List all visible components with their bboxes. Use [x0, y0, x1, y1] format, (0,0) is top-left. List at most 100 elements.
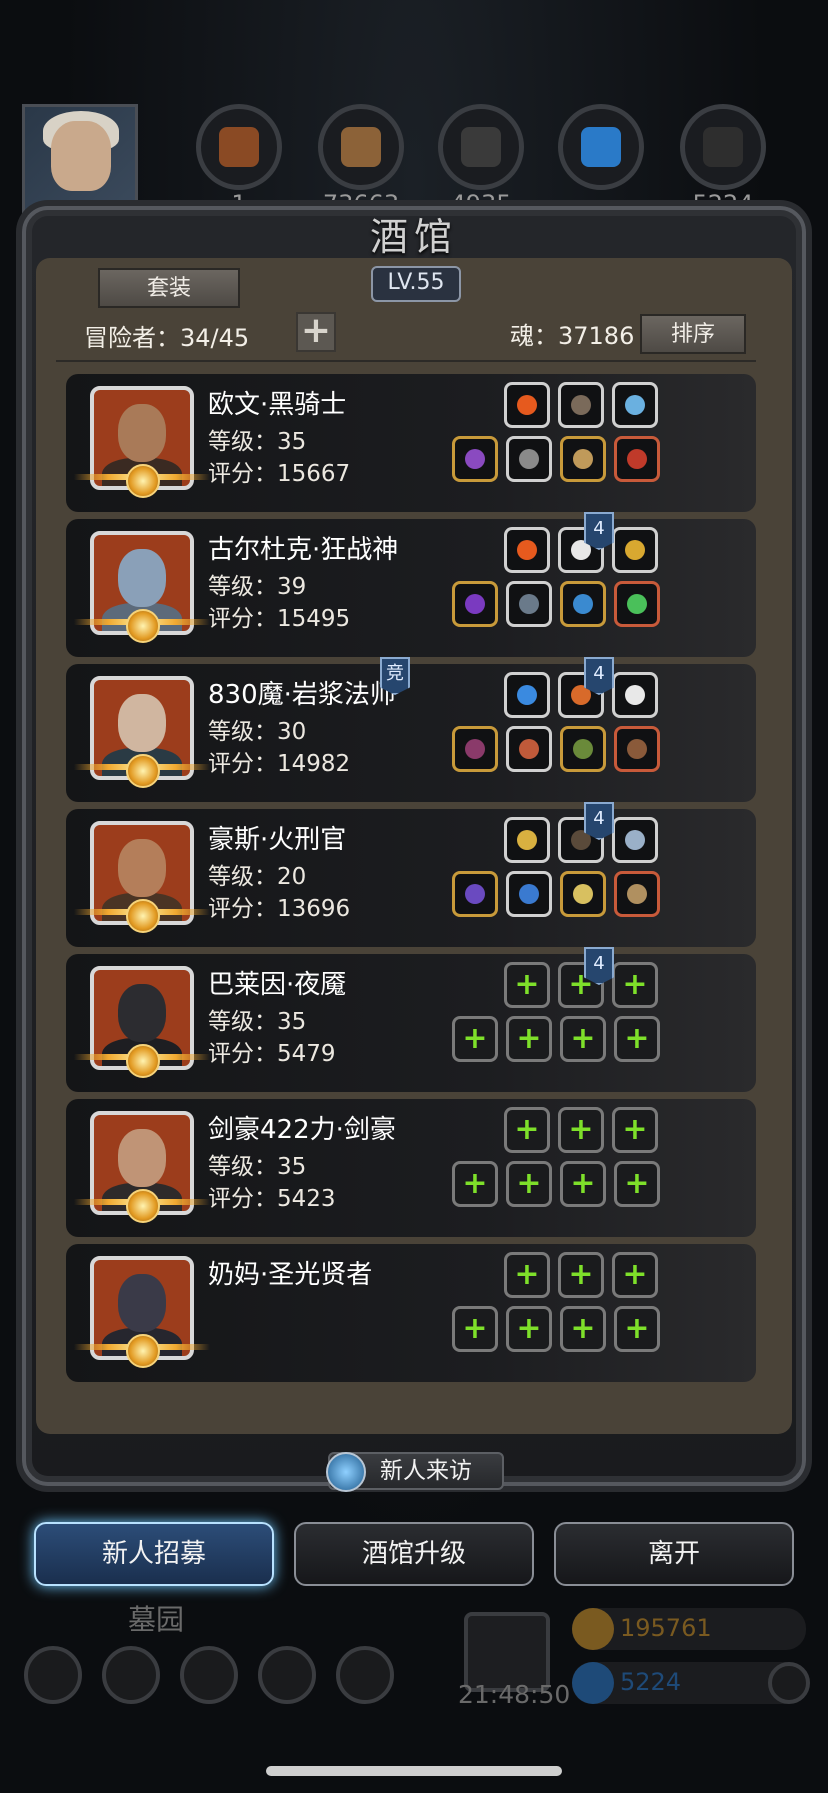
equipment-slot[interactable] — [504, 382, 550, 428]
adventurer-count: 冒险者：34/45 — [84, 324, 250, 352]
empty-equipment-slot[interactable]: + — [612, 1252, 658, 1298]
soul-count: 魂：37186 — [510, 322, 635, 350]
hero-score: 评分：13696 — [208, 896, 351, 922]
equipment-slot[interactable] — [560, 871, 606, 917]
equipment-slot[interactable] — [506, 436, 552, 482]
equipment-slot[interactable] — [452, 871, 498, 917]
equipment-slot[interactable] — [614, 871, 660, 917]
hero-name: 巴莱因·夜魇 — [208, 970, 347, 1000]
empty-equipment-slot[interactable]: + — [614, 1161, 660, 1207]
stone-icon-fill — [703, 127, 743, 167]
add-gem-button[interactable] — [768, 1662, 810, 1704]
upgrade-tavern-button[interactable]: 酒馆升级 — [294, 1522, 534, 1586]
hero-icon[interactable] — [102, 1646, 160, 1704]
add-icon: + — [570, 1311, 596, 1346]
empty-equipment-slot[interactable]: + — [612, 1107, 658, 1153]
meat-icon — [196, 104, 282, 190]
castle-icon[interactable] — [180, 1646, 238, 1704]
empty-equipment-slot[interactable]: + — [506, 1016, 552, 1062]
rank-emblem-icon — [126, 464, 160, 498]
equipment-slot[interactable] — [612, 817, 658, 863]
hero-card[interactable]: 豪斯·火刑官 等级：20 评分：13696 — [66, 809, 756, 947]
hero-card[interactable]: 欧文·黑骑士 等级：35 评分：15667 — [66, 374, 756, 512]
empty-equipment-slot[interactable]: + — [504, 1107, 550, 1153]
hero-level: 等级：39 — [208, 574, 307, 600]
link-level-badge: 4 — [584, 802, 614, 840]
wood-icon — [318, 104, 404, 190]
wood-icon-fill — [341, 127, 381, 167]
equipment-slot[interactable] — [558, 382, 604, 428]
mail-icon[interactable] — [258, 1646, 316, 1704]
empty-equipment-slot[interactable]: + — [506, 1161, 552, 1207]
hero-card[interactable]: 830魔·岩浆法师 等级：30 评分：14982 — [66, 664, 756, 802]
equipment-slot[interactable] — [560, 581, 606, 627]
new-visitor-label: 新人来访 — [380, 1458, 472, 1484]
portrait-head — [118, 1129, 166, 1187]
hero-level: 等级：20 — [208, 864, 307, 890]
outfit-button[interactable]: 套装 — [98, 268, 240, 308]
new-visitor-button[interactable]: 新人来访 — [326, 1452, 504, 1492]
empty-equipment-slot[interactable]: + — [558, 1252, 604, 1298]
empty-equipment-slot[interactable]: + — [506, 1306, 552, 1352]
hero-list[interactable]: 欧文·黑骑士 等级：35 评分：15667 古尔杜克·狂战神 等级：39 评分：15495… — [66, 374, 766, 1434]
equipment-slot[interactable] — [612, 672, 658, 718]
iron-icon-fill — [461, 127, 501, 167]
equipment-icon — [573, 739, 593, 759]
hero-card[interactable]: 剑豪422力·剑豪 等级：35 评分：5423 + + + + + + + — [66, 1099, 756, 1237]
equipment-icon — [465, 884, 485, 904]
equipment-slot[interactable] — [452, 581, 498, 627]
empty-equipment-slot[interactable]: + — [560, 1306, 606, 1352]
player-avatar[interactable] — [22, 104, 138, 216]
hero-level: 等级：30 — [208, 719, 307, 745]
equipment-icon — [465, 449, 485, 469]
empty-equipment-slot[interactable]: + — [452, 1306, 498, 1352]
equipment-slot[interactable] — [504, 672, 550, 718]
avatar-face — [51, 121, 111, 191]
empty-equipment-slot[interactable]: + — [452, 1016, 498, 1062]
panel-title: 酒馆 — [369, 215, 458, 259]
empty-equipment-slot[interactable]: + — [558, 1107, 604, 1153]
add-icon: + — [622, 1112, 648, 1147]
equipment-icon — [625, 395, 645, 415]
empty-equipment-slot[interactable]: + — [614, 1306, 660, 1352]
hero-card[interactable]: 奶妈·圣光贤者 + + + + + + + — [66, 1244, 756, 1382]
equipment-slot[interactable] — [504, 817, 550, 863]
recruit-button[interactable]: 新人招募 — [34, 1522, 274, 1586]
equipment-icon — [573, 449, 593, 469]
hero-card[interactable]: 古尔杜克·狂战神 等级：39 评分：15495 — [66, 519, 756, 657]
empty-equipment-slot[interactable]: + — [612, 962, 658, 1008]
empty-equipment-slot[interactable]: + — [452, 1161, 498, 1207]
equipment-slot[interactable] — [506, 726, 552, 772]
empty-equipment-slot[interactable]: + — [504, 962, 550, 1008]
equipment-slot[interactable] — [504, 527, 550, 573]
equipment-icon — [465, 739, 485, 759]
equipment-slot[interactable] — [614, 726, 660, 772]
empty-equipment-slot[interactable]: + — [560, 1161, 606, 1207]
link-level-badge: 4 — [584, 657, 614, 695]
equipment-slot[interactable] — [506, 581, 552, 627]
link-level-badge: 4 — [584, 947, 614, 985]
leave-button[interactable]: 离开 — [554, 1522, 794, 1586]
equipment-slot[interactable] — [560, 436, 606, 482]
add-slot-button[interactable]: + — [296, 312, 336, 352]
add-icon: + — [516, 1021, 542, 1056]
equipment-slot[interactable] — [612, 527, 658, 573]
equipment-slot[interactable] — [614, 436, 660, 482]
equipment-slot[interactable] — [612, 382, 658, 428]
equipment-icon — [625, 685, 645, 705]
settings-icon[interactable] — [24, 1646, 82, 1704]
hero-card[interactable]: 巴莱因·夜魇 等级：35 评分：5479 + + + + + + + — [66, 954, 756, 1092]
equipment-slot[interactable] — [452, 726, 498, 772]
empty-equipment-slot[interactable]: + — [560, 1016, 606, 1062]
sort-button[interactable]: 排序 — [640, 314, 746, 354]
equipment-slot[interactable] — [452, 436, 498, 482]
guild-icon[interactable] — [336, 1646, 394, 1704]
empty-equipment-slot[interactable]: + — [504, 1252, 550, 1298]
empty-equipment-slot[interactable]: + — [614, 1016, 660, 1062]
equipment-icon — [465, 594, 485, 614]
equipment-slot[interactable] — [506, 871, 552, 917]
equipment-slot[interactable] — [560, 726, 606, 772]
equipment-icon — [571, 395, 591, 415]
equipment-slot[interactable] — [614, 581, 660, 627]
equipment-icon — [573, 884, 593, 904]
